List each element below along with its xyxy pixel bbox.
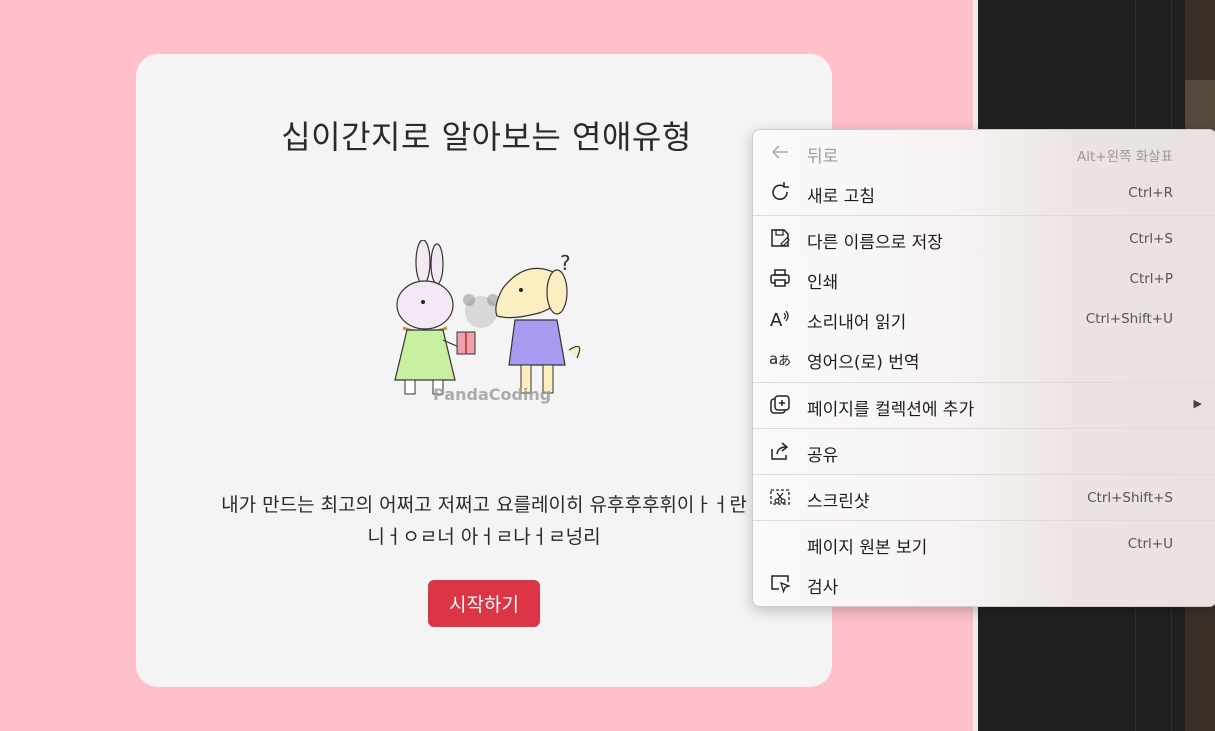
menu-item-translate[interactable]: aあ 영어으(로) 번역 (753, 338, 1215, 378)
save-as-icon (771, 229, 790, 247)
context-menu: 뒤로 Alt+왼쪽 화살표 새로 고침 Ctrl+R 다른 이름으로 저장 Ct… (752, 129, 1215, 607)
menu-item-refresh[interactable]: 새로 고침 Ctrl+R (753, 172, 1215, 212)
description-line-2: 니ㅓㅇㄹ너 아ㅓㄹ나ㅓㄹ넝리 (367, 526, 601, 548)
translate-icon: aあ (769, 350, 791, 369)
svg-text:あ: あ (778, 354, 791, 369)
menu-item-share[interactable]: 공유 (753, 431, 1215, 471)
start-button[interactable]: 시작하기 (428, 580, 540, 627)
menu-item-back[interactable]: 뒤로 Alt+왼쪽 화살표 (753, 132, 1215, 172)
print-icon (770, 269, 790, 287)
read-aloud-icon: A (770, 310, 789, 329)
svg-text:?: ? (560, 251, 571, 275)
menu-separator (753, 428, 1215, 429)
svg-text:a: a (769, 350, 778, 368)
menu-item-screenshot[interactable]: 스크린샷 Ctrl+Shift+S (753, 477, 1215, 517)
menu-item-inspect[interactable]: 검사 (753, 563, 1215, 603)
back-arrow-icon (771, 145, 788, 159)
menu-separator (753, 520, 1215, 521)
menu-separator (753, 215, 1215, 216)
submenu-arrow-icon: ▶ (1193, 397, 1202, 410)
inspect-icon (771, 575, 791, 594)
menu-item-add-to-collections[interactable]: 페이지를 컬렉션에 추가 ▶ (753, 385, 1215, 425)
share-icon (771, 442, 789, 460)
svg-text:A: A (770, 310, 783, 329)
menu-item-save-as[interactable]: 다른 이름으로 저장 Ctrl+S (753, 218, 1215, 258)
description-line-1: 내가 만드는 최고의 어쩌고 저쩌고 요를레이히 유후후후휘이ㅏㅓ란 (221, 494, 747, 516)
menu-item-view-source[interactable]: 페이지 원본 보기 Ctrl+U (753, 523, 1215, 563)
menu-item-print[interactable]: 인쇄 Ctrl+P (753, 258, 1215, 298)
collections-add-icon (770, 395, 790, 414)
refresh-icon (772, 182, 789, 200)
watermark-text: PandaCoding (433, 385, 551, 404)
screenshot-icon (770, 489, 790, 505)
menu-separator (753, 382, 1215, 383)
menu-item-read-aloud[interactable]: A 소리내어 읽기 Ctrl+Shift+U (753, 298, 1215, 338)
menu-separator (753, 474, 1215, 475)
rabbit-dog-illustration: ? PandaCoding (394, 240, 581, 404)
